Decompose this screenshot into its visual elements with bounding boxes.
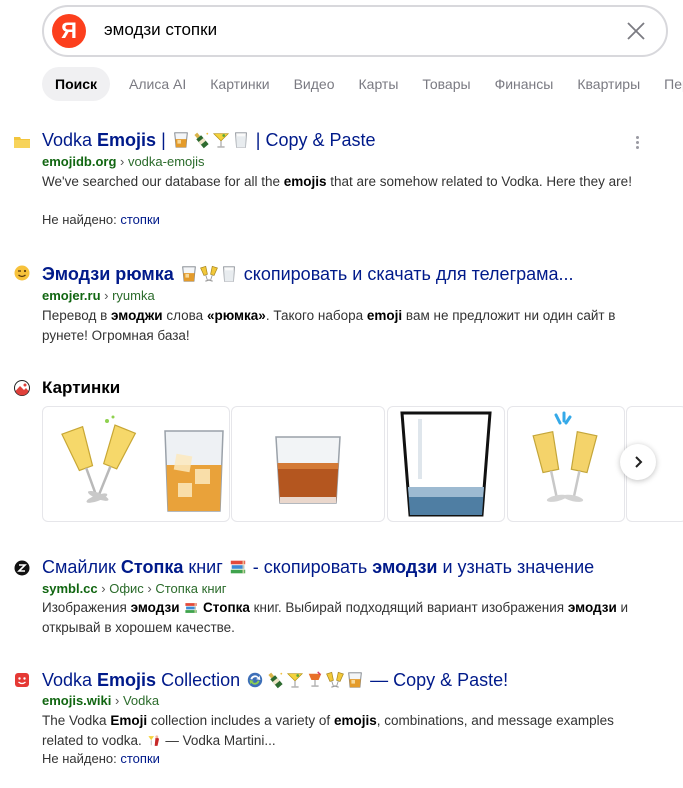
result-snippet: Перевод в эмоджи слова «рюмка». Такого н… xyxy=(42,308,616,343)
result-domain[interactable]: symbl.cc xyxy=(42,581,98,596)
images-icon xyxy=(13,379,31,397)
folder-icon xyxy=(13,133,31,151)
result-path[interactable]: Офис xyxy=(109,581,144,596)
result-path[interactable]: vodka-emojis xyxy=(128,154,205,169)
image-thumbnail[interactable] xyxy=(507,406,625,522)
result-domain[interactable]: emojer.ru xyxy=(42,288,101,303)
result-path[interactable]: Vodka xyxy=(123,693,159,708)
tab-translate[interactable]: Пере xyxy=(664,76,683,92)
image-thumbnail[interactable] xyxy=(231,406,385,522)
not-found-word-link[interactable]: стопки xyxy=(120,751,160,766)
title-text: Collection xyxy=(156,670,246,690)
champagne-bottle-icon xyxy=(266,671,284,689)
milk-glass-icon xyxy=(232,131,250,149)
result-snippet: Изображения эмодзи Стопка книг. Выбирай … xyxy=(42,600,629,635)
title-text: Vodka xyxy=(42,130,98,150)
result-url[interactable]: emojis.wiki › Vodka xyxy=(42,693,159,708)
chevron-right-icon xyxy=(635,456,643,468)
title-text: книг xyxy=(183,557,228,577)
tab-video[interactable]: Видео xyxy=(294,76,335,92)
yandex-logo-icon[interactable]: Я xyxy=(52,14,86,48)
result-snippet: We've searched our database for all the … xyxy=(42,174,632,189)
title-text: — Copy & Paste! xyxy=(365,670,509,690)
not-found-line: Не найдено: стопки xyxy=(42,751,160,766)
cocktail-glass-icon xyxy=(286,671,304,689)
whiskey-glass-icon xyxy=(275,436,341,504)
champagne-toast-icon xyxy=(532,411,598,502)
tumbler-glass-icon xyxy=(172,131,190,149)
images-heading[interactable]: Картинки xyxy=(42,378,120,398)
clinking-glasses-icon xyxy=(61,415,224,512)
search-bar[interactable]: Я xyxy=(42,5,668,57)
result-url[interactable]: emojer.ru › ryumka xyxy=(42,288,155,303)
result-url[interactable]: symbl.cc › Офис › Стопка книг xyxy=(42,581,227,596)
image-thumbnail[interactable] xyxy=(387,406,505,522)
tab-maps[interactable]: Карты xyxy=(359,76,399,92)
cocktail-glass-icon xyxy=(147,734,161,748)
more-options-button[interactable] xyxy=(630,134,644,152)
result-path[interactable]: Стопка книг xyxy=(155,581,226,596)
tumbler-glass-icon xyxy=(180,265,198,283)
title-bold: Эмодзи рюмка xyxy=(42,264,174,284)
next-images-button[interactable] xyxy=(620,444,656,480)
title-text: и узнать значение xyxy=(437,557,595,577)
tab-apartments[interactable]: Квартиры xyxy=(577,76,640,92)
result-snippet: The Vodka Emoji collection includes a va… xyxy=(42,713,614,748)
title-bold: эмодзи xyxy=(372,557,438,577)
search-tabs: Поиск Алиса AI Картинки Видео Карты Това… xyxy=(42,66,683,102)
clear-search-button[interactable] xyxy=(626,21,646,41)
books-icon xyxy=(229,558,247,576)
tab-finance[interactable]: Финансы xyxy=(495,76,554,92)
title-bold: Emojis xyxy=(97,130,157,150)
result-title-link[interactable]: Vodka Emojis | | Copy & Paste xyxy=(42,130,376,151)
close-icon xyxy=(627,22,645,40)
title-text: - скопировать xyxy=(247,557,373,577)
milk-glass-icon xyxy=(220,265,238,283)
result-domain[interactable]: emojis.wiki xyxy=(42,693,111,708)
tumbler-glass-icon xyxy=(346,671,364,689)
symbl-logo-icon xyxy=(13,559,31,577)
title-text: | Copy & Paste xyxy=(250,130,376,150)
result-path[interactable]: ryumka xyxy=(112,288,155,303)
result-url[interactable]: emojidb.org › vodka-emojis xyxy=(42,154,205,169)
image-thumbnail[interactable] xyxy=(42,406,230,522)
tab-search[interactable]: Поиск xyxy=(42,67,111,101)
books-icon xyxy=(184,601,198,615)
clinking-glasses-icon xyxy=(326,671,344,689)
tab-alice-ai[interactable]: Алиса AI xyxy=(129,76,186,92)
result-title-link[interactable]: Смайлик Стопка книг - скопировать эмодзи… xyxy=(42,557,594,578)
tab-products[interactable]: Товары xyxy=(422,76,470,92)
result-title-link[interactable]: Vodka Emojis Collection — Copy & Paste! xyxy=(42,670,508,691)
cocktail-glass-icon xyxy=(212,131,230,149)
emojis-wiki-icon xyxy=(13,671,31,689)
not-found-word-link[interactable]: стопки xyxy=(120,212,160,227)
tab-images[interactable]: Картинки xyxy=(210,76,269,92)
arrows-icon xyxy=(246,671,264,689)
result-domain[interactable]: emojidb.org xyxy=(42,154,116,169)
title-bold: Стопка xyxy=(120,557,184,577)
not-found-label: Не найдено: xyxy=(42,751,117,766)
not-found-label: Не найдено: xyxy=(42,212,117,227)
result-title-link[interactable]: Эмодзи рюмка скопировать и скачать для т… xyxy=(42,264,574,285)
not-found-line: Не найдено: стопки xyxy=(42,212,160,227)
title-bold: Emojis xyxy=(97,670,157,690)
title-text: Смайлик xyxy=(42,557,121,577)
wink-face-icon xyxy=(13,264,31,282)
search-input[interactable] xyxy=(104,20,604,40)
title-text: | xyxy=(156,130,171,150)
empty-tumbler-icon xyxy=(400,411,492,517)
title-text: Vodka xyxy=(42,670,98,690)
clinking-glasses-icon xyxy=(200,265,218,283)
title-text: скопировать и скачать для телеграма... xyxy=(238,264,574,284)
tropical-drink-icon xyxy=(306,671,324,689)
champagne-bottle-icon xyxy=(192,131,210,149)
